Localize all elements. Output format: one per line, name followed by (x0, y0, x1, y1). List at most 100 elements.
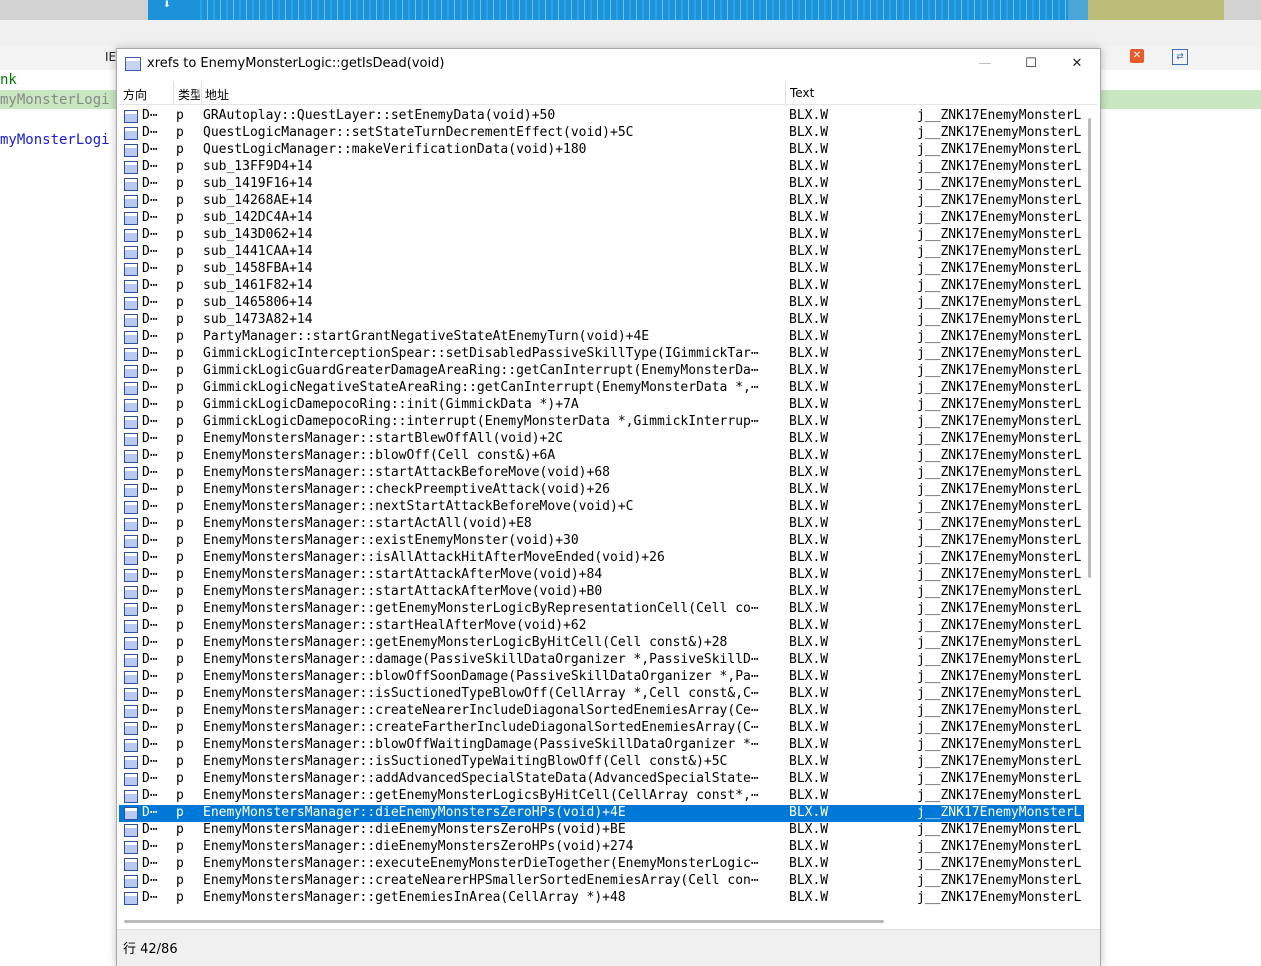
xref-type: p (176, 380, 184, 395)
xref-row[interactable]: D⋯ p sub_1441CAA+14 BLX.W j__ZNK17EnemyMonst… (119, 244, 1084, 261)
xref-direction: D⋯ (142, 193, 158, 208)
xref-row[interactable]: D⋯ p EnemyMonstersManager::dieEnemyMonster… (119, 839, 1084, 856)
xref-type: p (176, 669, 184, 684)
xref-row[interactable]: D⋯ p EnemyMonstersManager::blowOff(Cell co… (119, 448, 1084, 465)
column-header-type[interactable]: 类型 (178, 86, 200, 103)
xref-row[interactable]: D⋯ p GimmickLogicNegativeStateAreaRing::ge… (119, 380, 1084, 397)
xref-row[interactable]: D⋯ p EnemyMonstersManager::createFartherIn… (119, 720, 1084, 737)
xref-target: j__ZNK17EnemyMonsterL (917, 295, 1082, 310)
xref-row[interactable]: D⋯ p EnemyMonstersManager::createNearerInc… (119, 703, 1084, 720)
xref-target: j__ZNK17EnemyMonsterL (917, 244, 1082, 259)
xref-row[interactable]: D⋯ p sub_13FF9D4+14 BLX.W j__ZNK17EnemyMonst… (119, 159, 1084, 176)
xref-window-icon (124, 144, 138, 157)
xref-type: p (176, 720, 184, 735)
sync-view-icon[interactable]: ⇄ (1172, 49, 1188, 65)
xref-row[interactable]: D⋯ p EnemyMonstersManager::startActAll(voi… (119, 516, 1084, 533)
xref-row[interactable]: D⋯ p GRAutoplay::QuestLayer::setEnemyData(… (119, 108, 1084, 125)
xref-target: j__ZNK17EnemyMonsterL (917, 261, 1082, 276)
column-divider[interactable] (173, 82, 174, 104)
xref-window-icon (124, 620, 138, 633)
xref-row[interactable]: D⋯ p EnemyMonstersManager::existEnemyMonst… (119, 533, 1084, 550)
xref-direction: D⋯ (142, 601, 158, 616)
minimize-button[interactable]: — (962, 49, 1008, 79)
xref-row[interactable]: D⋯ p EnemyMonstersManager::getEnemyMonster… (119, 788, 1084, 805)
xref-address: EnemyMonstersManager::dieEnemyMonstersZe… (203, 822, 626, 837)
maximize-button[interactable]: ☐ (1008, 49, 1054, 79)
column-header-address[interactable]: 地址 (205, 86, 229, 103)
xref-row[interactable]: D⋯ p EnemyMonstersManager::blowOffSoonDama… (119, 669, 1084, 686)
xref-row[interactable]: D⋯ p PartyManager::startGrantNegativeState… (119, 329, 1084, 346)
xref-window-icon (124, 467, 138, 480)
xref-target: j__ZNK17EnemyMonsterL (917, 380, 1082, 395)
background-tab-label[interactable]: IE (105, 50, 116, 64)
xref-row[interactable]: D⋯ p QuestLogicManager::setStateTurnDecrem… (119, 125, 1084, 142)
xref-row[interactable]: D⋯ p EnemyMonstersManager::startAttackBefo… (119, 465, 1084, 482)
xref-row[interactable]: D⋯ p EnemyMonstersManager::dieEnemyMonster… (119, 822, 1084, 839)
xref-row[interactable]: D⋯ p EnemyMonstersManager::blowOffWaitingD… (119, 737, 1084, 754)
xref-row[interactable]: D⋯ p EnemyMonstersManager::isSuctionedType… (119, 754, 1084, 771)
column-divider[interactable] (201, 82, 202, 104)
column-header-text[interactable]: Text (790, 86, 814, 100)
dialog-titlebar[interactable]: xrefs to EnemyMonsterLogic::getIsDead(vo… (117, 49, 1100, 79)
xref-row[interactable]: D⋯ p sub_14268AE+14 BLX.W j__ZNK17EnemyMonst… (119, 193, 1084, 210)
close-button[interactable]: ✕ (1054, 49, 1100, 79)
xref-type: p (176, 108, 184, 123)
xref-row[interactable]: D⋯ p EnemyMonstersManager::startAttackAfte… (119, 567, 1084, 584)
horizontal-scroll-thumb[interactable] (124, 920, 884, 923)
xref-row[interactable]: D⋯ p EnemyMonstersManager::startBlewOffAll… (119, 431, 1084, 448)
xref-target: j__ZNK17EnemyMonsterL (917, 703, 1082, 718)
xref-row[interactable]: D⋯ p EnemyMonstersManager::nextStartAttack… (119, 499, 1084, 516)
xref-instruction: BLX.W (789, 448, 829, 463)
vertical-scrollbar[interactable] (1085, 108, 1097, 913)
close-view-icon[interactable]: ✕ (1130, 49, 1144, 63)
horizontal-scrollbar[interactable] (119, 915, 1084, 927)
xref-row[interactable]: D⋯ p GimmickLogicDamepocoRing::interrupt(E… (119, 414, 1084, 431)
xref-address: EnemyMonstersManager::existEnemyMonster(… (203, 533, 579, 548)
xref-row[interactable]: D⋯ p EnemyMonstersManager::getEnemiesInAre… (119, 890, 1084, 907)
xref-row[interactable]: D⋯ p EnemyMonstersManager::addAdvancedSpec… (119, 771, 1084, 788)
xref-row[interactable]: D⋯ p EnemyMonstersManager::createNearerHPS… (119, 873, 1084, 890)
xref-row[interactable]: D⋯ p GimmickLogicInterceptionSpear::setDis… (119, 346, 1084, 363)
xref-row[interactable]: D⋯ p QuestLogicManager::makeVerificationDa… (119, 142, 1084, 159)
column-divider[interactable] (785, 82, 786, 104)
xref-row[interactable]: D⋯ p EnemyMonstersManager::getEnemyMonster… (119, 601, 1084, 618)
vertical-scroll-thumb[interactable] (1088, 118, 1091, 578)
xref-address: GimmickLogicDamepocoRing::interrupt(Enem… (203, 414, 759, 429)
xref-window-icon (124, 586, 138, 599)
xref-list[interactable]: D⋯ p GRAutoplay::QuestLayer::setEnemyData(… (119, 108, 1084, 913)
xref-direction: D⋯ (142, 703, 158, 718)
xref-row[interactable]: D⋯ p sub_1458FBA+14 BLX.W j__ZNK17EnemyMonst… (119, 261, 1084, 278)
xref-direction: D⋯ (142, 312, 158, 327)
xref-target: j__ZNK17EnemyMonsterL (917, 669, 1082, 684)
xref-row[interactable]: D⋯ p EnemyMonstersManager::executeEnemyMon… (119, 856, 1084, 873)
xref-row[interactable]: D⋯ p GimmickLogicGuardGreaterDamageAreaRin… (119, 363, 1084, 380)
xref-window-icon (124, 246, 138, 259)
xref-row[interactable]: D⋯ p EnemyMonstersManager::checkPreemptive… (119, 482, 1084, 499)
xref-row[interactable]: D⋯ p sub_1419F16+14 BLX.W j__ZNK17EnemyMonst… (119, 176, 1084, 193)
xref-row[interactable]: D⋯ p sub_1473A82+14 BLX.W j__ZNK17EnemyMonst… (119, 312, 1084, 329)
xref-row[interactable]: D⋯ p EnemyMonstersManager::isAllAttackHitA… (119, 550, 1084, 567)
xref-row[interactable]: D⋯ p sub_1465806+14 BLX.W j__ZNK17EnemyMonst… (119, 295, 1084, 312)
xref-direction: D⋯ (142, 465, 158, 480)
xref-row[interactable]: D⋯ p EnemyMonstersManager::startAttackAfte… (119, 584, 1084, 601)
xref-row[interactable]: D⋯ p EnemyMonstersManager::dieEnemyMonster… (119, 805, 1084, 822)
xref-type: p (176, 346, 184, 361)
xref-type: p (176, 210, 184, 225)
xref-row[interactable]: D⋯ p sub_142DC4A+14 BLX.W j__ZNK17EnemyMonst… (119, 210, 1084, 227)
xref-row[interactable]: D⋯ p sub_143D062+14 BLX.W j__ZNK17EnemyMonst… (119, 227, 1084, 244)
xref-address: EnemyMonstersManager::createNearerHPSmal… (203, 873, 759, 888)
xref-instruction: BLX.W (789, 703, 829, 718)
xref-row[interactable]: D⋯ p sub_1461F82+14 BLX.W j__ZNK17EnemyMonst… (119, 278, 1084, 295)
xref-instruction: BLX.W (789, 652, 829, 667)
navigation-band[interactable]: ⬇ (0, 0, 1261, 20)
column-header-direction[interactable]: 方向 (123, 86, 147, 103)
xref-row[interactable]: D⋯ p EnemyMonstersManager::startHealAfterM… (119, 618, 1084, 635)
xref-address: EnemyMonstersManager::executeEnemyMonste… (203, 856, 759, 871)
xref-row[interactable]: D⋯ p EnemyMonstersManager::getEnemyMonster… (119, 635, 1084, 652)
xref-row[interactable]: D⋯ p EnemyMonstersManager::isSuctionedType… (119, 686, 1084, 703)
xref-row[interactable]: D⋯ p EnemyMonstersManager::damage(PassiveS… (119, 652, 1084, 669)
xref-row[interactable]: D⋯ p GimmickLogicDamepocoRing::init(Gimmic… (119, 397, 1084, 414)
xref-type: p (176, 159, 184, 174)
xref-target: j__ZNK17EnemyMonsterL (917, 873, 1082, 888)
xref-type: p (176, 499, 184, 514)
